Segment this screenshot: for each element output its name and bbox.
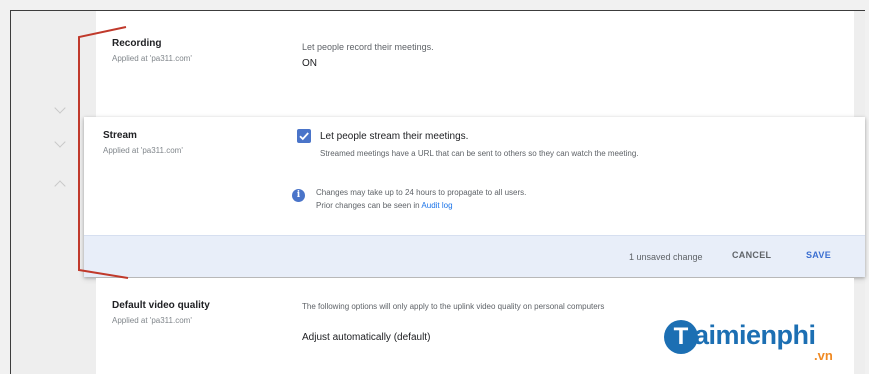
cancel-button[interactable]: CANCEL — [732, 250, 771, 260]
unsaved-change-count: 1 unsaved change — [629, 252, 703, 262]
stream-applied-at: Applied at 'pa311.com' — [103, 146, 183, 155]
unsaved-changes-bar: 1 unsaved change CANCEL SAVE — [84, 235, 865, 277]
taimienphi-logo: T aimienphi .vn — [664, 316, 864, 363]
audit-log-note: Prior changes can be seen in Audit log — [316, 201, 453, 210]
recording-applied-at: Applied at 'pa311.com' — [112, 54, 192, 63]
propagation-note: Changes may take up to 24 hours to propa… — [316, 188, 527, 197]
recording-description: Let people record their meetings. — [302, 42, 434, 52]
info-icon: i — [292, 189, 305, 202]
recording-setting-card: Recording Applied at 'pa311.com' Let peo… — [96, 11, 854, 119]
audit-log-prefix: Prior changes can be seen in — [316, 201, 422, 210]
stream-setting-panel: Stream Applied at 'pa311.com' Let people… — [84, 117, 865, 277]
recording-title: Recording — [112, 38, 162, 49]
video-quality-value[interactable]: Adjust automatically (default) — [302, 332, 430, 343]
logo-word: aimienphi — [694, 320, 816, 350]
stream-checkbox-label[interactable]: Let people stream their meetings. — [320, 131, 468, 142]
stream-checkbox-help: Streamed meetings have a URL that can be… — [320, 149, 639, 158]
save-button[interactable]: SAVE — [806, 250, 831, 260]
video-quality-applied-at: Applied at 'pa311.com' — [112, 316, 192, 325]
recording-value[interactable]: ON — [302, 58, 317, 69]
logo-letter: T — [664, 320, 698, 354]
checkmark-icon — [299, 132, 309, 141]
stream-checkbox[interactable] — [297, 129, 311, 143]
audit-log-link[interactable]: Audit log — [421, 201, 452, 210]
stream-title: Stream — [103, 130, 137, 141]
video-quality-description: The following options will only apply to… — [302, 302, 605, 311]
logo-suffix: .vn — [814, 348, 833, 363]
video-quality-title: Default video quality — [112, 300, 210, 311]
